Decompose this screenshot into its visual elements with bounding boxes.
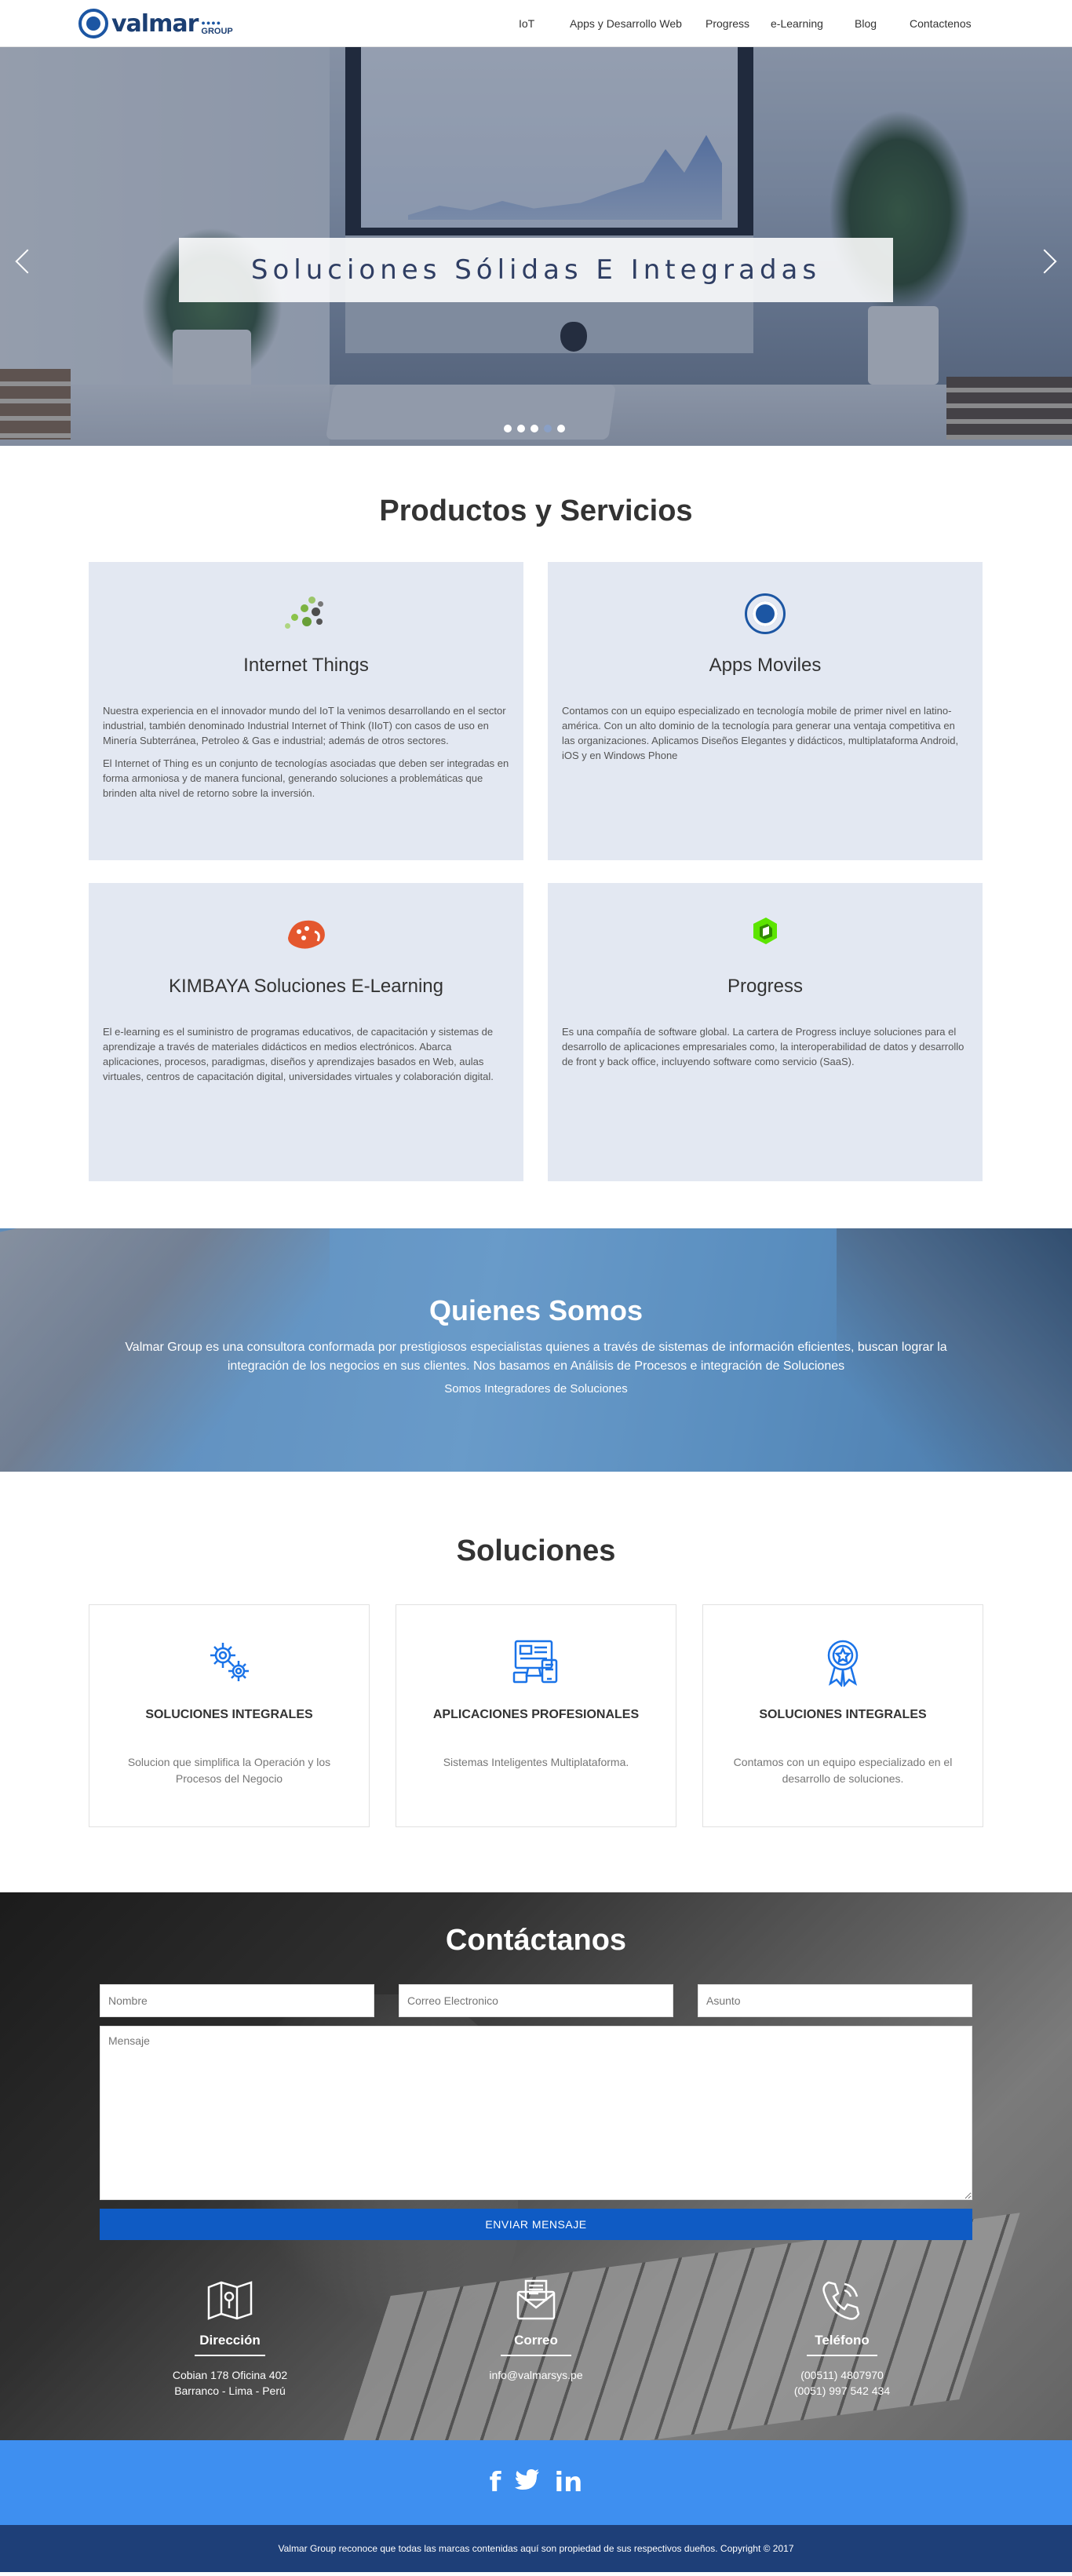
quienes-subtitle: Somos Integradores de Soluciones — [444, 1382, 628, 1396]
info-rule — [807, 2355, 877, 2356]
product-card-icon-wrap — [89, 914, 523, 961]
slider-dot[interactable] — [504, 425, 512, 432]
solution-card-aplicaciones[interactable]: APLICACIONES PROFESIONALES Sistemas Inte… — [396, 1604, 676, 1827]
info-icon-wrap — [740, 2275, 944, 2326]
twitter-bird-icon — [515, 2469, 540, 2490]
menu-item-contactenos[interactable]: Contactenos — [910, 17, 972, 30]
twitter-icon[interactable] — [515, 2467, 540, 2498]
menu-item-iot[interactable]: IoT — [519, 17, 534, 30]
solution-card-title: SOLUCIONES INTEGRALES — [759, 1708, 927, 1721]
solution-card-text: Contamos con un equipo especializado en … — [733, 1756, 953, 1785]
social-bar: f in — [0, 2440, 1072, 2525]
facebook-icon[interactable]: f — [490, 2467, 501, 2498]
menu-item-progress[interactable]: Progress — [706, 17, 749, 30]
top-navbar: valmar ●●●● GROUP IoT Apps y Desarrollo … — [0, 0, 1072, 47]
solution-card-integrales-2[interactable]: SOLUCIONES INTEGRALES Contamos con un eq… — [702, 1604, 983, 1827]
kimbaya-logo-icon — [288, 920, 325, 949]
solution-card-title: SOLUCIONES INTEGRALES — [145, 1708, 313, 1721]
product-card-paragraph: El Internet of Thing es un conjunto de t… — [103, 757, 509, 799]
hero-caption: Soluciones Sólidas E Integradas — [179, 238, 893, 302]
info-line: (0051) 997 542 434 — [793, 2384, 891, 2397]
award-icon — [827, 1640, 859, 1687]
product-card-body: Es una compañía de software global. La c… — [562, 1024, 968, 1069]
phone-icon — [822, 2281, 860, 2320]
soluciones-title: Soluciones — [456, 1534, 616, 1567]
productos-title: Productos y Servicios — [379, 494, 693, 527]
product-card-paragraph: Contamos con un equipo especializado en … — [562, 705, 959, 761]
slider-dots — [504, 425, 565, 432]
menu-item-elearning[interactable]: e-Learning — [771, 17, 823, 30]
contacto-title: Contáctanos — [445, 1924, 627, 1957]
info-email-link[interactable]: info@valmarsys.pe — [434, 2367, 638, 2383]
product-card-kimbaya[interactable]: KIMBAYA Soluciones E-Learning El e-learn… — [89, 883, 523, 1181]
info-icon-wrap — [128, 2275, 332, 2326]
product-card-title: KIMBAYA Soluciones E-Learning — [169, 976, 443, 997]
nombre-field[interactable] — [100, 1984, 374, 2017]
map-icon — [207, 2281, 253, 2320]
info-correo: Correo info@valmarsys.pe — [434, 2275, 638, 2383]
product-card-title: Internet Things — [243, 655, 369, 676]
product-card-paragraph: Nuestra experiencia en el innovador mund… — [103, 705, 506, 746]
product-card-icon-wrap — [548, 593, 983, 640]
info-telefono: Teléfono (00511) 4807970 (0051) 997 542 … — [740, 2275, 944, 2399]
progress-logo-icon — [753, 918, 777, 944]
solution-card-icon-wrap — [89, 1636, 369, 1687]
slider-dot[interactable] — [531, 425, 538, 432]
solution-card-icon-wrap — [703, 1636, 983, 1687]
envelope-icon — [516, 2279, 556, 2320]
info-direccion: Dirección Cobian 178 Oficina 402 Barranc… — [128, 2275, 332, 2399]
hero-slider: Soluciones Sólidas E Integradas — [0, 47, 1072, 446]
product-card-icon-wrap — [89, 593, 523, 640]
email-field[interactable] — [399, 1984, 673, 2017]
quienes-somos-section: Quienes Somos Valmar Group es una consul… — [0, 1228, 1072, 1472]
circle-logo-icon — [745, 593, 786, 634]
slider-dot[interactable] — [557, 425, 565, 432]
devices-icon — [512, 1640, 558, 1684]
linkedin-icon[interactable]: in — [554, 2467, 582, 2498]
product-card-paragraph: El e-learning es el suministro de progra… — [103, 1026, 494, 1082]
product-card-progress[interactable]: Progress Es una compañía de software glo… — [548, 883, 983, 1181]
product-card-paragraph: Es una compañía de software global. La c… — [562, 1026, 964, 1067]
contacto-section: Contáctanos ENVIAR MENSAJE Dirección Cob… — [0, 1892, 1072, 2440]
product-card-title: Apps Moviles — [709, 655, 822, 676]
solution-card-integrales[interactable]: SOLUCIONES INTEGRALES Solucion que simpl… — [89, 1604, 370, 1827]
info-title: Teléfono — [815, 2333, 870, 2348]
info-line: Cobian 178 Oficina 402 — [172, 2369, 288, 2381]
quienes-title: Quienes Somos — [428, 1294, 644, 1326]
info-line: Barranco - Lima - Perú — [174, 2384, 286, 2397]
product-card-iot[interactable]: Internet Things Nuestra experiencia en e… — [89, 562, 523, 860]
gears-icon — [210, 1643, 249, 1681]
info-title: Dirección — [199, 2333, 261, 2348]
solution-card-icon-wrap — [396, 1636, 676, 1687]
solution-card-text: Solucion que simplifica la Operación y l… — [127, 1756, 331, 1785]
product-card-icon-wrap — [548, 914, 983, 961]
solution-card-title: APLICACIONES PROFESIONALES — [432, 1708, 640, 1721]
menu-item-apps-web[interactable]: Apps y Desarrollo Web — [570, 17, 682, 30]
enviar-mensaje-button[interactable]: ENVIAR MENSAJE — [100, 2209, 972, 2240]
menu-item-blog[interactable]: Blog — [855, 17, 877, 30]
info-line: (00511) 4807970 — [800, 2369, 884, 2381]
copyright-bar: Valmar Group reconoce que todas las marc… — [0, 2525, 1072, 2572]
product-card-body: Nuestra experiencia en el innovador mund… — [103, 703, 509, 801]
asunto-field[interactable] — [698, 1984, 972, 2017]
iot-dots-icon — [282, 593, 330, 633]
slider-dot-active[interactable] — [544, 425, 552, 432]
info-title: Correo — [514, 2333, 558, 2348]
info-rule — [195, 2355, 265, 2356]
info-icon-wrap — [434, 2275, 638, 2326]
product-card-body: El e-learning es el suministro de progra… — [103, 1024, 509, 1084]
solution-card-text: Sistemas Inteligentes Multiplataforma. — [443, 1756, 629, 1768]
info-rule — [501, 2355, 571, 2356]
slider-dot[interactable] — [517, 425, 525, 432]
quienes-text: Valmar Group es una consultora conformad… — [125, 1341, 947, 1373]
copyright-text: Valmar Group reconoce que todas las marc… — [278, 2543, 794, 2554]
soluciones-section: Soluciones SOLUCIONES INTEGRALES Solucio… — [0, 1472, 1072, 1892]
product-card-title: Progress — [727, 976, 804, 997]
productos-section: Productos y Servicios Internet Things Nu… — [0, 446, 1072, 1228]
product-card-body: Contamos con un equipo especializado en … — [562, 703, 968, 763]
main-menu: IoT Apps y Desarrollo Web Progress e-Lea… — [0, 0, 1072, 47]
product-card-apps[interactable]: Apps Moviles Contamos con un equipo espe… — [548, 562, 983, 860]
mensaje-field[interactable] — [100, 2026, 972, 2200]
